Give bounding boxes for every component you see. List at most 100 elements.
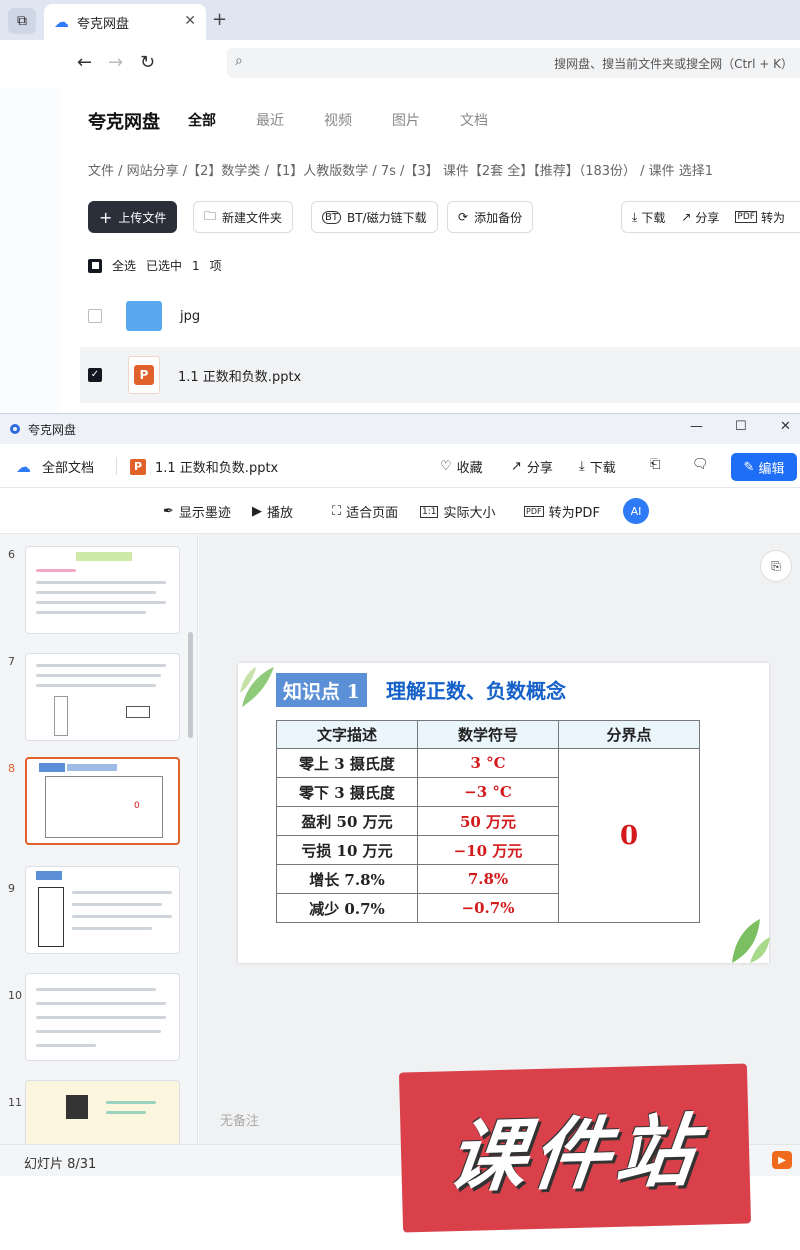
search-icon: ⌕ bbox=[235, 53, 243, 69]
pdf-icon: PDF bbox=[524, 506, 544, 517]
thumb-scrollbar[interactable] bbox=[188, 632, 193, 738]
thumb-diagram bbox=[54, 696, 68, 736]
tab-document[interactable]: 文档 bbox=[460, 110, 488, 130]
search-placeholder: 搜网盘、搜当前文件夹或搜全网（Ctrl + K） bbox=[554, 57, 793, 71]
slide-thumbnail[interactable] bbox=[25, 866, 180, 954]
download-icon: ⤓ bbox=[579, 459, 585, 474]
slide-thumbnail[interactable] bbox=[25, 653, 180, 741]
feedback-icon[interactable]: 🗨 bbox=[692, 457, 709, 472]
bt-download-button[interactable]: BT BT/磁力链下载 bbox=[311, 201, 438, 233]
viewer-share-label: 分享 bbox=[526, 461, 553, 476]
thumb-table bbox=[45, 776, 163, 838]
select-all-label[interactable]: 全选 bbox=[112, 257, 136, 274]
file-row[interactable]: ✓ P 1.1 正数和负数.pptx bbox=[80, 347, 800, 403]
maximize-icon[interactable]: ☐ bbox=[735, 419, 747, 434]
select-all-checkbox[interactable] bbox=[88, 258, 102, 273]
slide-counter: 幻灯片 8/31 bbox=[24, 1157, 97, 1172]
tab-video[interactable]: 视频 bbox=[324, 110, 352, 130]
table-header: 数学符号 bbox=[417, 720, 559, 749]
table-row: 零上 3 摄氏度 3 °C 0 bbox=[276, 748, 700, 923]
slide-thumbnail[interactable] bbox=[25, 1080, 180, 1144]
add-backup-button[interactable]: ⟳ 添加备份 bbox=[447, 201, 534, 233]
actual-size-button[interactable]: 1:1 实际大小 bbox=[420, 502, 496, 521]
row-checkbox[interactable]: ✓ bbox=[88, 368, 102, 382]
slide-thumbnail-current[interactable]: 0 bbox=[25, 757, 180, 845]
folder-plus-icon: 🗀 bbox=[204, 208, 217, 223]
fit-page-label: 适合页面 bbox=[346, 506, 399, 521]
slide-table: 文字描述 数学符号 分界点 零上 3 摄氏度 3 °C 0 零下 3 摄氏度 −… bbox=[276, 720, 700, 923]
document-viewer-window: 夸克网盘 — ☐ ✕ ☁ 全部文档 P 1.1 正数和负数.pptx ♡ 收藏 … bbox=[0, 413, 800, 1250]
browser-tab-active[interactable]: ☁ 夸克网盘 ✕ bbox=[44, 4, 206, 40]
new-tab-icon[interactable]: + bbox=[212, 9, 227, 30]
back-icon[interactable]: ← bbox=[77, 52, 92, 73]
watermark-stamp: 课件站 bbox=[398, 1063, 752, 1233]
upload-label: 上传文件 bbox=[118, 210, 167, 225]
save-to-drive-icon[interactable]: ⎗ bbox=[650, 457, 660, 472]
video-app-icon[interactable]: ▶ bbox=[772, 1151, 792, 1169]
pdf-icon[interactable]: PDF bbox=[735, 211, 757, 223]
share-button[interactable]: 分享 bbox=[695, 209, 719, 226]
row-symbol: 7.8% bbox=[417, 864, 559, 894]
tab-image[interactable]: 图片 bbox=[392, 110, 420, 130]
row-description: 减少 0.7% bbox=[276, 893, 418, 923]
thumb-number-current: 8 bbox=[8, 762, 15, 775]
forward-icon[interactable]: → bbox=[108, 52, 123, 73]
heart-icon: ♡ bbox=[440, 459, 452, 474]
selection-bar: 全选 已选中 1 项 bbox=[88, 257, 222, 274]
collect-button[interactable]: ♡ 收藏 bbox=[440, 457, 483, 476]
notes-placeholder[interactable]: 无备注 bbox=[220, 1110, 259, 1129]
close-tab-icon[interactable]: ✕ bbox=[184, 13, 196, 29]
tab-all[interactable]: 全部 bbox=[188, 110, 216, 130]
to-pdf-button[interactable]: 转为 bbox=[761, 209, 785, 226]
watermark-text: 课件站 bbox=[443, 1106, 706, 1204]
slide-thumbnail[interactable] bbox=[25, 973, 180, 1061]
breadcrumb[interactable]: 文件 / 网站分享 /【2】数学类 /【1】人教版数学 / 7s /【3】 课件… bbox=[88, 160, 713, 179]
knowledge-point-badge: 知识点 1 bbox=[276, 673, 367, 707]
edit-button[interactable]: ✎ 编辑 bbox=[731, 453, 797, 481]
thumb-number: 9 bbox=[8, 882, 15, 895]
thumb-zero: 0 bbox=[134, 801, 140, 811]
refresh-icon[interactable]: ↻ bbox=[140, 52, 155, 73]
fit-page-button[interactable]: ⛶ 适合页面 bbox=[332, 502, 398, 521]
download-icon[interactable]: ⤓ bbox=[632, 210, 637, 225]
minimize-icon[interactable]: — bbox=[690, 419, 703, 434]
close-window-icon[interactable]: ✕ bbox=[780, 419, 791, 434]
pptx-icon: P bbox=[130, 458, 146, 475]
tab-recent[interactable]: 最近 bbox=[256, 110, 284, 130]
workspace-icon[interactable]: ⧉ bbox=[8, 8, 36, 34]
bt-label: BT/磁力链下载 bbox=[346, 210, 427, 225]
row-description: 增长 7.8% bbox=[276, 864, 418, 894]
upload-button[interactable]: + 上传文件 bbox=[88, 201, 178, 233]
new-folder-label: 新建文件夹 bbox=[222, 210, 283, 225]
table-header-row: 文字描述 数学符号 分界点 bbox=[276, 720, 700, 749]
ai-assistant-icon[interactable]: AI bbox=[623, 498, 649, 524]
search-input[interactable]: ⌕ 搜网盘、搜当前文件夹或搜全网（Ctrl + K） bbox=[227, 48, 800, 78]
new-folder-button[interactable]: 🗀 新建文件夹 bbox=[193, 201, 294, 233]
tab-title: 夸克网盘 bbox=[77, 16, 130, 32]
convert-pdf-label: 转为PDF bbox=[548, 506, 600, 521]
file-row[interactable]: jpg bbox=[80, 288, 800, 344]
all-docs-label: 全部文档 bbox=[42, 461, 95, 476]
slide-thumbnail[interactable] bbox=[25, 546, 180, 634]
share-icon[interactable]: ↗ bbox=[681, 210, 691, 224]
slide-title: 理解正数、负数概念 bbox=[386, 679, 566, 703]
folder-icon bbox=[126, 301, 162, 331]
thumb-box bbox=[38, 887, 64, 947]
row-description: 盈利 50 万元 bbox=[276, 806, 418, 836]
viewer-download-button[interactable]: ⤓ 下载 bbox=[579, 457, 616, 476]
file-name[interactable]: 1.1 正数和负数.pptx bbox=[178, 366, 301, 385]
all-docs-link[interactable]: ☁ 全部文档 bbox=[16, 457, 95, 477]
thumb-title bbox=[67, 764, 117, 771]
convert-pdf-button[interactable]: PDF 转为PDF bbox=[524, 502, 600, 521]
download-button[interactable]: 下载 bbox=[641, 209, 665, 226]
selected-label: 已选中 bbox=[146, 259, 183, 273]
play-icon: ▶ bbox=[252, 504, 262, 519]
play-button[interactable]: ▶ 播放 bbox=[252, 502, 293, 521]
show-ink-button[interactable]: ✒ 显示墨迹 bbox=[163, 502, 231, 521]
table-header: 分界点 bbox=[558, 720, 700, 749]
viewer-share-button[interactable]: ↗ 分享 bbox=[511, 457, 553, 476]
row-checkbox[interactable] bbox=[88, 309, 102, 323]
pdf-scan-icon[interactable]: ⎘ bbox=[760, 550, 792, 582]
file-name[interactable]: jpg bbox=[180, 309, 200, 324]
slide-thumbnail-panel: 6 7 8 0 9 10 11 bbox=[0, 534, 198, 1144]
